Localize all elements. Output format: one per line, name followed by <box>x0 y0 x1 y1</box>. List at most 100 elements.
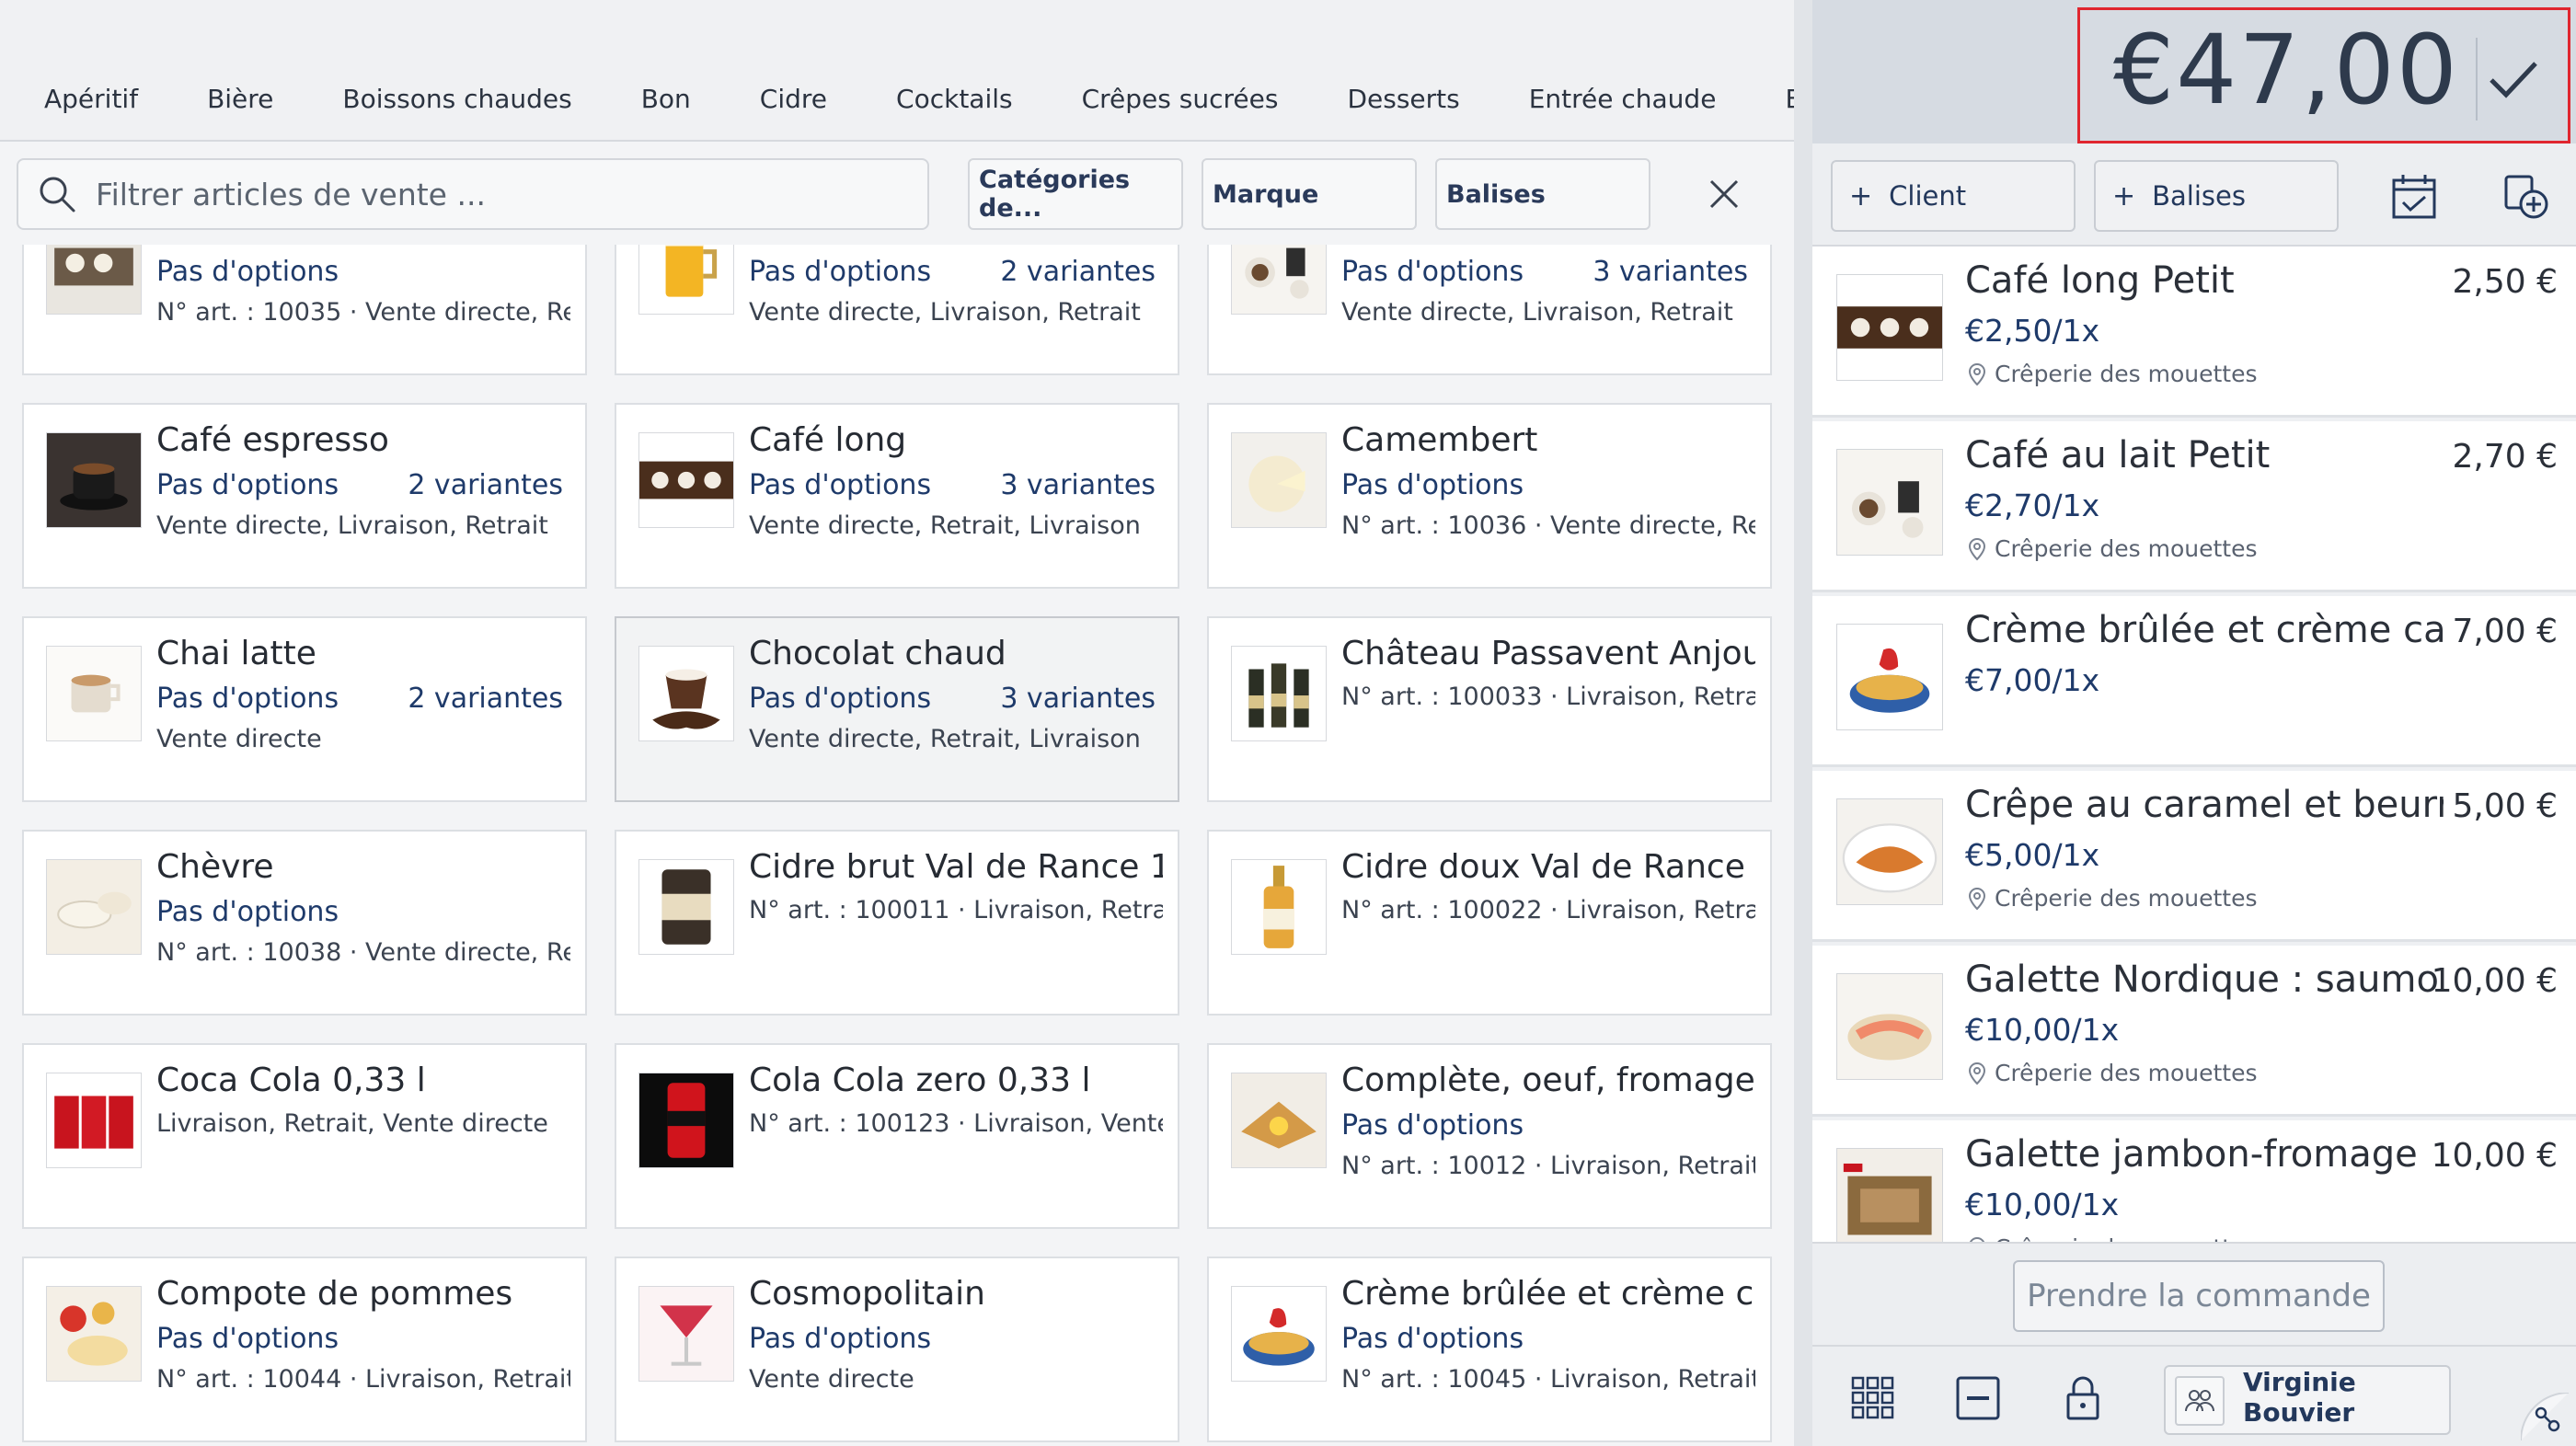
product-card[interactable]: Cidre doux Val de Rance 1L N° art. : 1000… <box>1207 830 1772 1016</box>
product-card[interactable]: Complète, oeuf, fromage... Pas d'options N… <box>1207 1043 1772 1229</box>
cart-item-unit-price: €2,50/1x <box>1965 313 2100 349</box>
cart-item[interactable]: Café long Petit 2,50 € €2,50/1x Crêperie de… <box>1812 247 2576 418</box>
cart-item-location: Crêperie des mouettes <box>1965 535 2257 562</box>
calendar-check-icon[interactable] <box>2388 171 2440 223</box>
cart-item-image <box>1836 624 1943 730</box>
cart-item-image <box>1836 1148 1943 1242</box>
lock-icon[interactable] <box>2059 1374 2107 1422</box>
tab-aperitif[interactable]: Apéritif <box>44 84 138 140</box>
product-card[interactable]: Café long Pas d'options 3 variantes Vente d… <box>615 403 1179 589</box>
connection-icon[interactable] <box>2521 1393 2569 1440</box>
product-options: Pas d'options <box>749 256 932 288</box>
product-meta: Vente directe, Retrait, Livraison <box>749 511 1141 540</box>
search-input[interactable]: Filtrer articles de vente ... <box>17 158 929 230</box>
cart-item-location: Crêperie des mouettes <box>1965 361 2257 387</box>
total-bar: €47,00 <box>1812 0 2576 143</box>
product-card[interactable]: Café espresso Pas d'options 2 variantes Ven… <box>22 403 587 589</box>
product-card[interactable]: Camembert Pas d'options N° art. : 10036 · … <box>1207 403 1772 589</box>
tab-entree-chaude[interactable]: Entrée chaude <box>1529 84 1717 140</box>
product-card[interactable]: Crème brûlée et crème c... Pas d'options N… <box>1207 1257 1772 1442</box>
product-image <box>1231 1073 1327 1168</box>
product-card[interactable]: Pas d'options 3 variantes Vente directe, L… <box>1207 245 1772 375</box>
cart-item[interactable]: Crème brûlée et crème cara...7,00 € €7,00… <box>1812 596 2576 767</box>
product-image <box>638 1286 734 1382</box>
categories-filter-button[interactable]: Catégories de... <box>968 158 1183 230</box>
product-options: Pas d'options <box>156 896 339 928</box>
product-variants: 2 variantes <box>1000 256 1156 288</box>
product-meta: Vente directe <box>156 725 322 753</box>
tab-biere[interactable]: Bière <box>207 84 273 140</box>
cart-item[interactable]: Galette jambon-fromage 10,00 € €10,00/1x Cr… <box>1812 1120 2576 1242</box>
product-card[interactable]: Cidre brut Val de Rance 1L N° art. : 1000… <box>615 830 1179 1016</box>
cart-item-location: Crêperie des mouettes <box>1965 885 2257 912</box>
product-meta: N° art. : 10036 · Vente directe, Re... <box>1341 511 1755 540</box>
product-card[interactable]: Pas d'options 2 variantes Vente directe, L… <box>615 245 1179 375</box>
grid-icon[interactable] <box>1849 1374 1897 1422</box>
brand-filter-button[interactable]: Marque <box>1202 158 1417 230</box>
take-order-button[interactable]: Prendre la commande <box>2013 1260 2385 1332</box>
product-meta: Vente directe, Livraison, Retrait <box>749 298 1141 327</box>
cart-item-name: Crème brûlée et crème cara... <box>1965 609 2444 651</box>
product-card[interactable]: Coca Cola 0,33 l Livraison, Retrait, Vent… <box>22 1043 587 1229</box>
total-box: €47,00 <box>2077 7 2570 143</box>
tab-cocktails[interactable]: Cocktails <box>896 84 1013 140</box>
add-tags-label: Balises <box>2152 180 2246 212</box>
product-options: Pas d'options <box>1341 1109 1524 1142</box>
product-card[interactable]: Chai latte Pas d'options 2 variantes Vente … <box>22 616 587 802</box>
cart-item-name: Café long Petit <box>1965 259 2235 302</box>
product-meta: N° art. : 100011 · Livraison, Retra... <box>749 896 1163 924</box>
tab-boissons-chaudes[interactable]: Boissons chaudes <box>342 84 571 140</box>
product-card[interactable]: Compote de pommes Pas d'options N° art. : … <box>22 1257 587 1442</box>
bottom-toolbar: Virginie Bouvier <box>1812 1345 2576 1446</box>
product-card[interactable]: Cola Cola zero 0,33 l N° art. : 100123 · … <box>615 1043 1179 1229</box>
product-title: Coca Cola 0,33 l <box>156 1062 426 1099</box>
cart-item-image <box>1836 973 1943 1080</box>
product-card[interactable]: Château Passavent Anjou N° art. : 100033 … <box>1207 616 1772 802</box>
product-meta: N° art. : 100123 · Livraison, Vente... <box>749 1109 1163 1138</box>
location-icon <box>1968 362 1986 385</box>
cart-item-image <box>1836 798 1943 905</box>
product-options: Pas d'options <box>1341 469 1524 501</box>
cart-item[interactable]: Café au lait Petit 2,70 € €2,70/1x Crêperie… <box>1812 421 2576 592</box>
clear-filters-button[interactable] <box>1696 166 1752 222</box>
confirm-button[interactable] <box>2476 38 2549 120</box>
tab-bon[interactable]: Bon <box>641 84 691 140</box>
users-icon <box>2175 1376 2225 1426</box>
product-image <box>638 646 734 741</box>
add-client-button[interactable]: + Client <box>1831 160 2076 232</box>
product-variants: 3 variantes <box>1000 683 1156 715</box>
product-title: Camembert <box>1341 421 1538 459</box>
product-title: Château Passavent Anjou <box>1341 635 1755 672</box>
cart-item-unit-price: €10,00/1x <box>1965 1012 2120 1048</box>
tags-filter-button[interactable]: Balises <box>1435 158 1650 230</box>
minus-box-icon[interactable] <box>1954 1374 2002 1422</box>
product-meta: N° art. : 10012 · Livraison, Retrait... <box>1341 1152 1755 1180</box>
product-image <box>1231 859 1327 955</box>
location-icon <box>1968 887 1986 910</box>
tab-crepes-sucrees[interactable]: Crêpes sucrées <box>1082 84 1279 140</box>
tab-cidre[interactable]: Cidre <box>760 84 827 140</box>
filter-bar: Filtrer articles de vente ... Catégories… <box>0 143 1794 245</box>
add-tags-button[interactable]: + Balises <box>2094 160 2339 232</box>
product-card[interactable]: Pas d'options N° art. : 10035 · Vente dir… <box>22 245 587 375</box>
cart-item-location-label: Crêperie des mouettes <box>1995 535 2258 562</box>
cart-item-name: Galette jambon-fromage <box>1965 1133 2418 1176</box>
tab-desserts[interactable]: Desserts <box>1347 84 1459 140</box>
category-tabs: Apéritif Bière Boissons chaudes Bon Cidre Coc… <box>0 0 1952 142</box>
cart-item-unit-price: €10,00/1x <box>1965 1187 2120 1222</box>
product-card[interactable]: Cosmopolitain Pas d'options Vente directe <box>615 1257 1179 1442</box>
cart-item[interactable]: Galette Nordique : saumo... 10,00 € €10,00… <box>1812 946 2576 1117</box>
product-image <box>638 245 734 315</box>
copy-add-icon[interactable] <box>2501 171 2552 223</box>
cart-item-location-label: Crêperie des mouettes <box>1995 361 2258 387</box>
product-meta: Livraison, Retrait, Vente directe <box>156 1109 548 1138</box>
product-meta: N° art. : 100022 · Livraison, Retra... <box>1341 896 1755 924</box>
product-meta: N° art. : 10044 · Livraison, Retrait... <box>156 1365 570 1394</box>
cart-item-location: Crêperie des mouettes <box>1965 1060 2257 1086</box>
user-button[interactable]: Virginie Bouvier <box>2164 1365 2451 1435</box>
product-meta: Vente directe, Livraison, Retrait <box>156 511 548 540</box>
product-card[interactable]: Chocolat chaud Pas d'options 3 variantes Ve… <box>615 616 1179 802</box>
cart-item[interactable]: Crêpe au caramel et beurre...5,00 € €5,00… <box>1812 771 2576 942</box>
product-card[interactable]: Chèvre Pas d'options N° art. : 10038 · Ven… <box>22 830 587 1016</box>
product-title: Compote de pommes <box>156 1275 513 1313</box>
